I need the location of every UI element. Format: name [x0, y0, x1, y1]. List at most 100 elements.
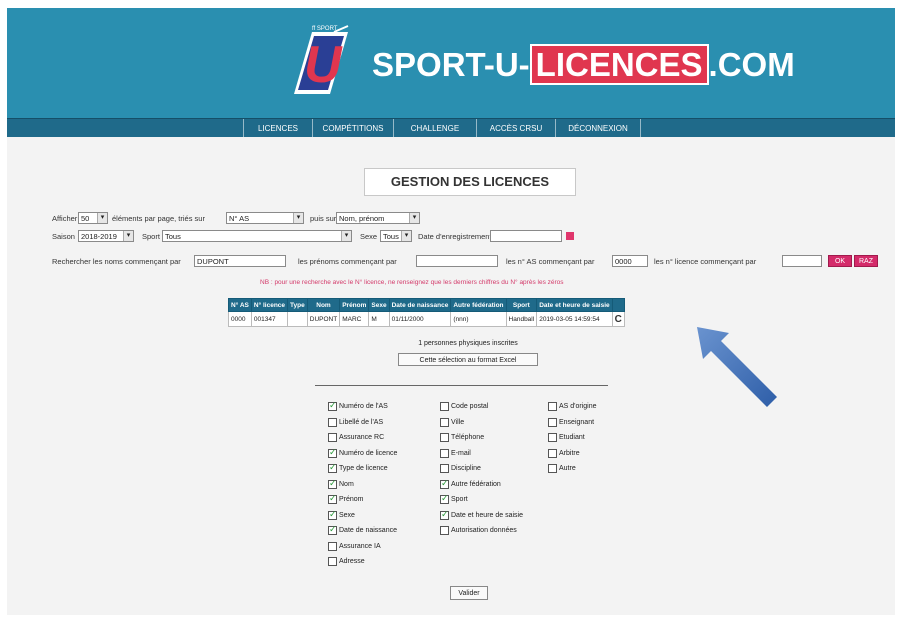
checkbox-checked-icon[interactable] [328, 524, 337, 535]
svg-text:U: U [304, 36, 343, 94]
checkbox-label: Sexe [339, 511, 355, 519]
checkbox-checked-icon[interactable] [440, 493, 449, 504]
checkbox-unchecked-icon[interactable] [548, 433, 557, 442]
nav-acces-crsu[interactable]: ACCÈS CRSU [476, 119, 555, 138]
column-checkbox[interactable]: Nom [328, 478, 354, 491]
column-checkbox[interactable]: Sexe [328, 509, 355, 522]
cell-prenom: MARC [339, 311, 370, 327]
logo-small-text: ff SPORT [312, 26, 338, 32]
licences-table: N° AS N° licence Type Nom Prénom Sexe Da… [228, 298, 625, 327]
col-header[interactable]: Date et heure de saisie [536, 298, 613, 312]
checkbox-unchecked-icon[interactable] [440, 402, 449, 411]
col-header[interactable]: Prénom [339, 298, 370, 312]
nav-deconnexion[interactable]: DÉCONNEXION [555, 119, 641, 138]
column-checkbox[interactable]: Libellé de l'AS [328, 417, 383, 429]
sex-select[interactable]: Tous [380, 230, 412, 242]
col-header[interactable]: N° licence [250, 298, 289, 312]
column-checkbox[interactable]: Date et heure de saisie [440, 509, 523, 522]
checkbox-unchecked-icon[interactable] [440, 448, 449, 458]
column-checkbox[interactable]: Prénom [328, 493, 364, 506]
raz-button[interactable]: RAZ [854, 255, 878, 267]
checkbox-checked-icon[interactable] [328, 493, 337, 504]
checkbox-unchecked-icon[interactable] [440, 526, 449, 535]
column-checkbox[interactable]: E-mail [440, 448, 471, 460]
column-checkbox[interactable]: Autre [548, 464, 576, 475]
checkbox-unchecked-icon[interactable] [548, 402, 557, 411]
checkbox-label: E-mail [451, 449, 471, 457]
export-excel-button[interactable]: Cette sélection au format Excel [398, 353, 538, 366]
name-search-input[interactable]: DUPONT [194, 255, 286, 267]
date-input[interactable] [490, 230, 562, 242]
column-checkbox[interactable]: Enseignant [548, 417, 594, 429]
checkbox-checked-icon[interactable] [328, 478, 337, 489]
column-checkbox[interactable]: Assurance IA [328, 541, 381, 553]
table-header-row: N° AS N° licence Type Nom Prénom Sexe Da… [228, 298, 625, 312]
checkbox-label: AS d'origine [559, 403, 597, 410]
sport-select[interactable]: Tous [162, 230, 352, 242]
column-checkbox[interactable]: Arbitre [548, 448, 580, 460]
as-search-input[interactable]: 0000 [612, 255, 648, 267]
checkbox-unchecked-icon[interactable] [548, 417, 557, 427]
checkbox-unchecked-icon[interactable] [440, 433, 449, 442]
annotation-arrow-icon [697, 327, 777, 407]
calendar-icon[interactable] [566, 232, 574, 240]
nav-competitions[interactable]: COMPÉTITIONS [312, 119, 393, 138]
checkbox-unchecked-icon[interactable] [440, 417, 449, 427]
col-header[interactable]: Autre fédération [450, 298, 507, 312]
checkbox-unchecked-icon[interactable] [440, 464, 449, 473]
checkbox-checked-icon[interactable] [440, 509, 449, 520]
nav-licences[interactable]: LICENCES [243, 119, 312, 138]
ok-button[interactable]: OK [828, 255, 852, 267]
col-header[interactable]: Sexe [368, 298, 390, 312]
column-checkbox[interactable]: Autorisation données [440, 526, 517, 537]
column-checkbox[interactable]: Type de licence [328, 462, 388, 475]
season-select[interactable]: 2018-2019 [78, 230, 134, 242]
checkbox-checked-icon[interactable] [328, 447, 337, 458]
col-header[interactable]: Date de naissance [388, 298, 452, 312]
column-checkbox[interactable]: Assurance RC [328, 433, 384, 444]
column-checkbox[interactable]: Code postal [440, 402, 488, 413]
col-header[interactable]: Sport [505, 298, 538, 312]
column-checkbox[interactable]: Numéro de licence [328, 447, 397, 460]
refresh-icon[interactable]: C [611, 311, 625, 327]
checkbox-unchecked-icon[interactable] [548, 448, 557, 458]
col-header[interactable]: Nom [306, 298, 341, 312]
checkbox-unchecked-icon[interactable] [328, 541, 337, 551]
checkbox-unchecked-icon[interactable] [328, 557, 337, 566]
search-note: NB : pour une recherche avec le N° licen… [260, 279, 564, 286]
validate-button[interactable]: Valider [450, 586, 488, 600]
checkbox-checked-icon[interactable] [328, 509, 337, 520]
sex-label: Sexe [360, 232, 378, 241]
column-checkbox[interactable]: Date de naissance [328, 524, 397, 537]
per-page-select[interactable]: 50 [78, 212, 108, 224]
col-header[interactable]: Type [287, 298, 308, 312]
prenom-search-input[interactable] [416, 255, 498, 267]
column-checkbox[interactable]: Numéro de l'AS [328, 400, 388, 413]
col-header[interactable]: N° AS [228, 298, 252, 312]
results-count: 1 personnes physiques inscrites [418, 340, 518, 347]
nav-challenge[interactable]: CHALLENGE [393, 119, 476, 138]
checkbox-unchecked-icon[interactable] [548, 464, 557, 473]
column-checkbox[interactable]: Sport [440, 493, 468, 506]
column-checkbox[interactable]: Adresse [328, 557, 365, 568]
column-checkbox[interactable]: Autre fédération [440, 478, 501, 491]
column-checkbox[interactable]: Etudiant [548, 433, 585, 444]
checkbox-unchecked-icon[interactable] [328, 417, 337, 427]
prenom-label: les prénoms commençant par [298, 257, 397, 266]
cell-as: 0000 [228, 311, 252, 327]
sort2-select[interactable]: Nom, prénom [336, 212, 420, 224]
licence-search-input[interactable] [782, 255, 822, 267]
column-checkbox[interactable]: Ville [440, 417, 464, 429]
checkbox-checked-icon[interactable] [328, 462, 337, 473]
column-checkbox[interactable]: Discipline [440, 464, 481, 475]
column-checkbox[interactable]: AS d'origine [548, 402, 597, 413]
table-row[interactable]: 0000 001347 DUPONT MARC M 01/11/2000 (nn… [228, 311, 625, 327]
checkbox-checked-icon[interactable] [440, 478, 449, 489]
checkbox-checked-icon[interactable] [328, 400, 337, 411]
sort1-select[interactable]: N° AS [226, 212, 304, 224]
sport-u-logo[interactable]: U ff SPORT [282, 24, 360, 102]
column-checkbox[interactable]: Téléphone [440, 433, 484, 444]
checkbox-unchecked-icon[interactable] [328, 433, 337, 442]
cell-type [287, 311, 308, 327]
checkbox-label: Arbitre [559, 449, 580, 457]
